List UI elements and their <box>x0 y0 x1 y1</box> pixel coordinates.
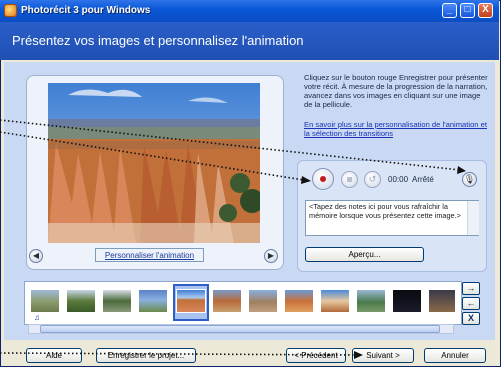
notes-textarea[interactable]: <Tapez des notes ici pour vous rafraîchi… <box>305 200 479 236</box>
help-button[interactable]: Aide <box>26 348 82 363</box>
thumbnail[interactable] <box>102 289 132 313</box>
customize-animation-button[interactable]: Personnaliser l'animation <box>95 248 204 262</box>
previous-button[interactable]: < Précédent <box>286 348 346 363</box>
customize-animation-label: Personnaliser l'animation <box>104 251 195 260</box>
page-title: Présentez vos images et personnalisez l'… <box>12 33 304 48</box>
next-image-button[interactable]: ▶ <box>264 249 278 263</box>
preview-image <box>48 83 260 243</box>
maximize-button[interactable]: □ <box>460 3 475 18</box>
app-icon <box>4 4 17 17</box>
remove-button[interactable]: X <box>462 312 480 325</box>
move-right-button[interactable]: → <box>462 282 480 295</box>
thumbnail-selected[interactable] <box>176 289 206 313</box>
save-project-button[interactable]: Enregistrer le projet... <box>96 348 196 363</box>
close-button[interactable]: X <box>478 3 493 18</box>
window-title: Photorécit 3 pour Windows <box>21 5 151 16</box>
instructions-text: Cliquez sur le bouton rouge Enregistrer … <box>304 73 488 109</box>
sound-icon: ♫ <box>34 313 40 322</box>
filmstrip-scroll-thumb[interactable] <box>40 325 440 333</box>
notes-scrollbar[interactable] <box>467 201 479 235</box>
thumbnail[interactable] <box>392 289 422 313</box>
recording-time: 00:00 <box>388 175 409 184</box>
previous-image-button[interactable]: ◀ <box>29 249 43 263</box>
preview-button[interactable]: Aperçu... <box>305 247 424 262</box>
thumbnail[interactable] <box>30 289 60 313</box>
thumbnail[interactable] <box>212 289 242 313</box>
thumbnail[interactable] <box>428 289 456 313</box>
cancel-button[interactable]: Annuler <box>424 348 486 363</box>
thumbnail[interactable] <box>248 289 278 313</box>
recording-status: Arrêté <box>412 175 434 184</box>
thumbnail[interactable] <box>66 289 96 313</box>
move-left-button[interactable]: ← <box>462 297 480 310</box>
minimize-button[interactable]: _ <box>442 3 457 18</box>
undo-button[interactable]: ↺ <box>364 171 381 188</box>
thumbnail[interactable] <box>320 289 350 313</box>
microphone-button[interactable]: 🎙 <box>462 172 477 187</box>
thumbnail[interactable] <box>284 289 314 313</box>
next-button[interactable]: Suivant > <box>352 348 414 363</box>
record-icon <box>320 176 326 182</box>
thumbnail[interactable] <box>138 289 168 313</box>
learn-more-link[interactable]: En savoir plus sur la personnalisation d… <box>304 120 491 138</box>
stop-icon <box>347 177 352 182</box>
thumbnail[interactable] <box>356 289 386 313</box>
